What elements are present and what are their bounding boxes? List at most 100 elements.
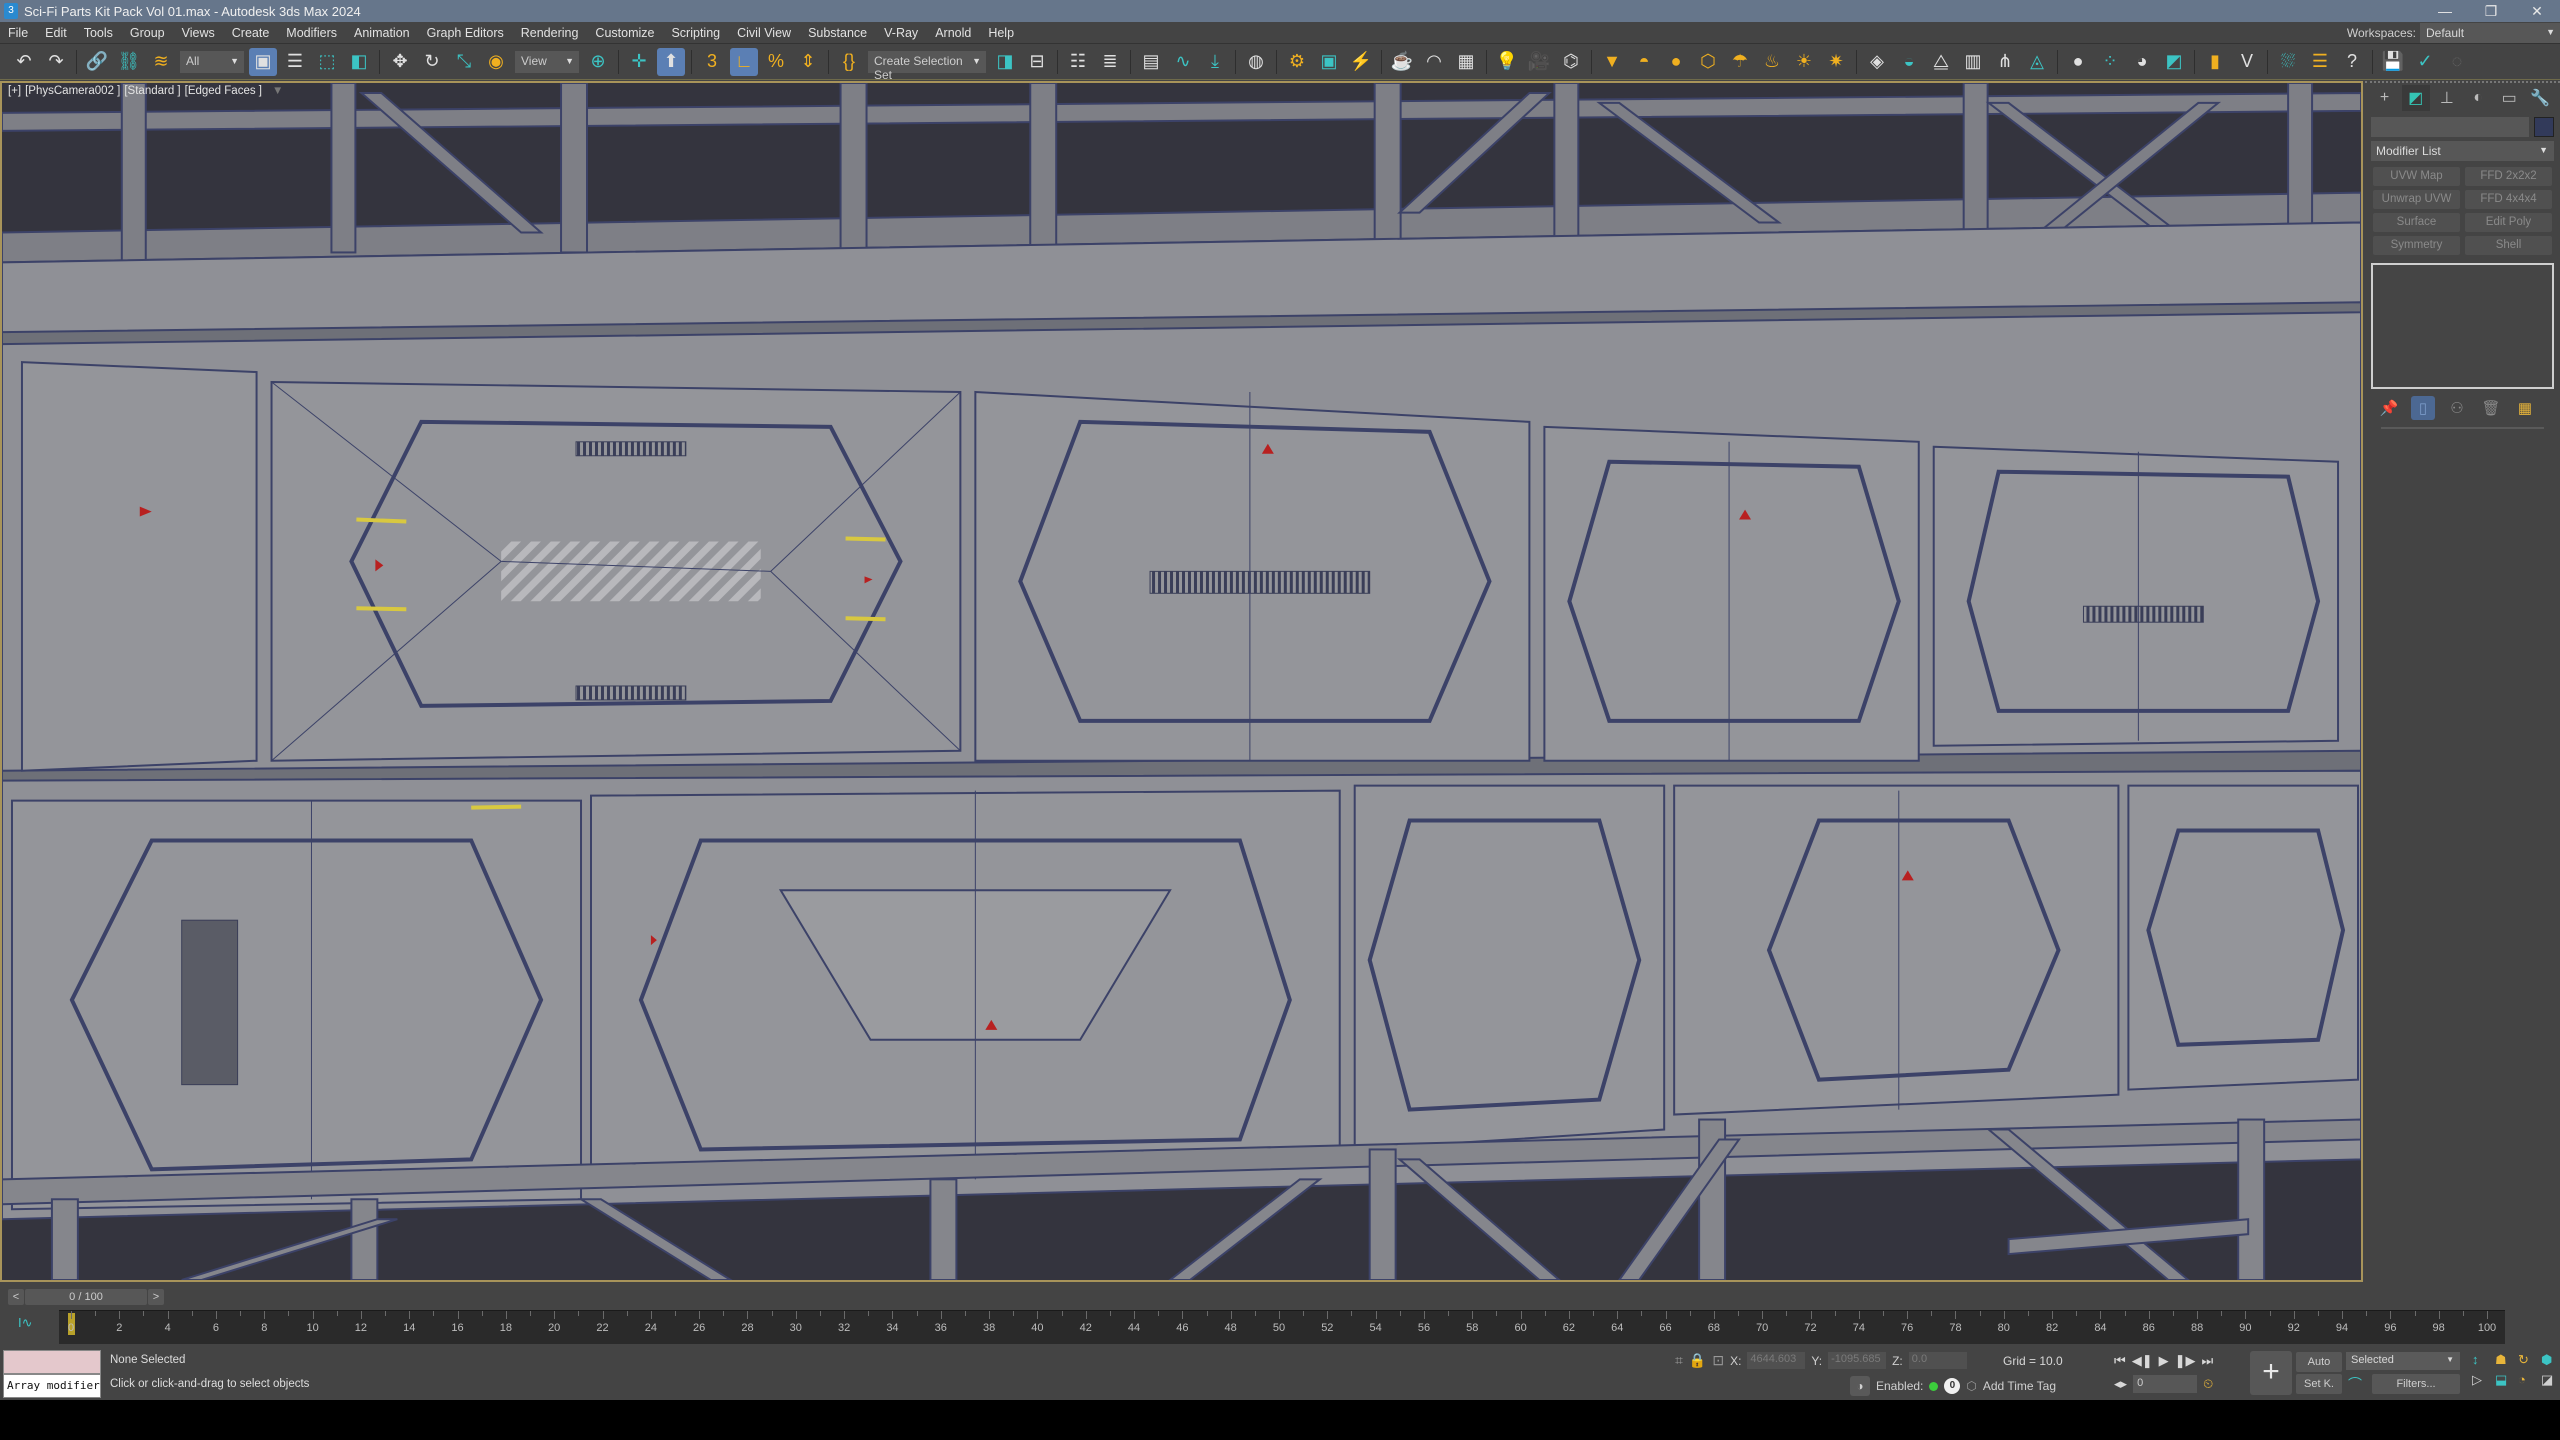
- utilities-tab-icon[interactable]: 🔧: [2526, 85, 2554, 111]
- vray-ies-light-icon[interactable]: ☂: [1726, 48, 1754, 76]
- material-editor-icon[interactable]: ◍: [1242, 48, 1270, 76]
- roll-camera-icon[interactable]: ↻: [2518, 1352, 2540, 1368]
- redo-icon[interactable]: ↷: [42, 48, 70, 76]
- vray-camera-icon[interactable]: 🎥: [1525, 48, 1553, 76]
- selection-filter-dropdown[interactable]: All: [180, 50, 244, 73]
- named-selection-set-dropdown[interactable]: Create Selection Set: [868, 50, 986, 82]
- vray-scene-converter-icon[interactable]: ▮: [2201, 48, 2229, 76]
- reference-coord-dropdown[interactable]: View: [515, 50, 579, 73]
- align-icon[interactable]: ⊟: [1023, 48, 1051, 76]
- vray-fur-ball-icon[interactable]: ◒: [1895, 48, 1923, 76]
- go-to-end-icon[interactable]: ⏭: [2201, 1353, 2213, 1369]
- open-mini-curve-editor-icon[interactable]: I∿: [18, 1315, 33, 1331]
- truck-camera-icon[interactable]: ⬓: [2495, 1372, 2517, 1388]
- surface-button[interactable]: Surface: [2373, 213, 2460, 232]
- modifier-list-dropdown[interactable]: Modifier List: [2371, 141, 2554, 161]
- orbit-camera-icon[interactable]: ☗: [2495, 1352, 2517, 1368]
- adaptive-degradation-icon[interactable]: ◑: [1850, 1376, 1870, 1396]
- vray-sphere-light-icon[interactable]: ●: [1662, 48, 1690, 76]
- curve-editor-icon[interactable]: ∿: [1169, 48, 1197, 76]
- time-configuration-icon[interactable]: ⏲: [2203, 1376, 2213, 1392]
- adaptive-count-badge[interactable]: 0: [1944, 1378, 1961, 1394]
- add-time-tag-button[interactable]: Add Time Tag: [1983, 1379, 2056, 1393]
- set-key-mode-button[interactable]: Set K.: [2296, 1374, 2342, 1394]
- environment-icon[interactable]: ◠: [1420, 48, 1448, 76]
- unwrap-uvw-button[interactable]: Unwrap UVW: [2373, 190, 2460, 209]
- vray-sun-icon[interactable]: ☀: [1790, 48, 1818, 76]
- vray-plane-icon[interactable]: ⧋: [1927, 48, 1955, 76]
- time-slider-prev-button[interactable]: <: [8, 1289, 24, 1305]
- workspaces-dropdown[interactable]: Default: [2420, 23, 2560, 43]
- move-icon[interactable]: ✥: [386, 48, 414, 76]
- viewport-general-menu[interactable]: [+]: [8, 85, 21, 97]
- notes-icon[interactable]: ☰: [2306, 48, 2334, 76]
- viewport-shading-menu[interactable]: [Standard ]: [124, 85, 180, 97]
- menu-tools[interactable]: Tools: [76, 22, 122, 44]
- render-setup-icon[interactable]: ⚙: [1283, 48, 1311, 76]
- menu-graph-editors[interactable]: Graph Editors: [419, 22, 513, 44]
- next-frame-icon[interactable]: ❚▶: [2175, 1353, 2196, 1369]
- rotate-icon[interactable]: ↻: [418, 48, 446, 76]
- link-icon[interactable]: 🔗: [83, 48, 111, 76]
- vray-sky-icon[interactable]: ✷: [1822, 48, 1850, 76]
- dope-sheet-icon[interactable]: ⤓: [1201, 48, 1229, 76]
- absolute-mode-icon[interactable]: ⊡: [1712, 1352, 1724, 1369]
- play-icon[interactable]: ▶: [2159, 1353, 2169, 1369]
- pin-stack-icon[interactable]: 📌: [2377, 396, 2401, 420]
- key-mode-toggle-icon[interactable]: ◂▸: [2114, 1376, 2127, 1392]
- maxscript-input[interactable]: [3, 1350, 101, 1374]
- menu-civil-view[interactable]: Civil View: [729, 22, 800, 44]
- display-tab-icon[interactable]: ▭: [2495, 85, 2523, 111]
- menu-arnold[interactable]: Arnold: [927, 22, 980, 44]
- sync-check-icon[interactable]: ✓: [2411, 48, 2439, 76]
- time-slider-next-button[interactable]: >: [148, 1289, 164, 1305]
- y-coord-field[interactable]: -1095.685: [1828, 1352, 1887, 1369]
- vray-material-icon[interactable]: ●: [2064, 48, 2092, 76]
- render-in-cloud-icon[interactable]: ▦: [1452, 48, 1480, 76]
- autosave-icon[interactable]: 💾: [2379, 48, 2407, 76]
- key-filters-button[interactable]: Filters...: [2372, 1374, 2460, 1394]
- field-of-view-icon[interactable]: ↕: [2472, 1352, 2494, 1368]
- time-slider-thumb[interactable]: 0 / 100: [25, 1289, 147, 1305]
- previous-frame-icon[interactable]: ◀❚: [2132, 1353, 2153, 1369]
- menu-edit[interactable]: Edit: [37, 22, 76, 44]
- undo-icon[interactable]: ↶: [10, 48, 38, 76]
- show-end-result-icon[interactable]: ▯: [2411, 396, 2435, 420]
- vray-mesh-light-icon[interactable]: ⬡: [1694, 48, 1722, 76]
- snaps-toggle-icon[interactable]: 3: [698, 48, 726, 76]
- object-name-field[interactable]: [2371, 117, 2529, 137]
- unlink-icon[interactable]: ⛓: [115, 48, 143, 76]
- ffd-2x2x2-button[interactable]: FFD 2x2x2: [2465, 167, 2552, 186]
- placement-icon[interactable]: ◉: [482, 48, 510, 76]
- edit-poly-button[interactable]: Edit Poly: [2465, 213, 2552, 232]
- mirror-icon[interactable]: ◨: [991, 48, 1019, 76]
- maxscript-mini-listener[interactable]: Array modifier: [3, 1350, 101, 1398]
- default-tangent-icon[interactable]: ⌒: [2348, 1374, 2362, 1394]
- menu-group[interactable]: Group: [122, 22, 174, 44]
- maximize-viewport-icon[interactable]: ◪: [2541, 1372, 2560, 1388]
- current-frame-spinner[interactable]: 0: [2133, 1375, 2198, 1393]
- viewport-camera-menu[interactable]: [PhysCamera002 ]: [25, 85, 120, 97]
- percent-snap-icon[interactable]: %: [762, 48, 790, 76]
- viewport-physcamera[interactable]: [+] [PhysCamera002 ] [Standard ] [Edged …: [0, 81, 2363, 1282]
- select-object-icon[interactable]: ▣: [249, 47, 277, 76]
- panel-resize-grip[interactable]: [2381, 427, 2544, 429]
- symmetry-button[interactable]: Symmetry: [2373, 236, 2460, 255]
- close-icon[interactable]: ✕: [2514, 0, 2560, 22]
- remove-modifier-icon[interactable]: 🗑: [2479, 396, 2503, 420]
- select-by-name-icon[interactable]: ☰: [281, 48, 309, 76]
- frame-ruler[interactable]: 0 2 4 6 8 10 12 14 16 18 20 22 24 26 28 30 32 34 36 38 40 42 4…: [59, 1310, 2505, 1344]
- menu-customize[interactable]: Customize: [587, 22, 663, 44]
- viewport-display-mode-menu[interactable]: [Edged Faces ]: [185, 85, 262, 97]
- vray-volume-grid-icon[interactable]: ◬: [2023, 48, 2051, 76]
- select-manipulate-icon[interactable]: ✛: [625, 48, 653, 76]
- zoom-extents-all-icon[interactable]: ⬢: [2541, 1352, 2560, 1368]
- menu-modifiers[interactable]: Modifiers: [278, 22, 346, 44]
- rectangular-selection-icon[interactable]: ⬚: [313, 48, 341, 76]
- spinner-snap-icon[interactable]: ⇕: [794, 48, 822, 76]
- vray-fur-icon[interactable]: ⋔: [1991, 48, 2019, 76]
- vray-physical-camera-icon[interactable]: ⌬: [1557, 48, 1585, 76]
- menu-rendering[interactable]: Rendering: [513, 22, 588, 44]
- go-to-start-icon[interactable]: ⏮: [2114, 1353, 2126, 1369]
- scale-icon[interactable]: ⤡: [450, 48, 478, 76]
